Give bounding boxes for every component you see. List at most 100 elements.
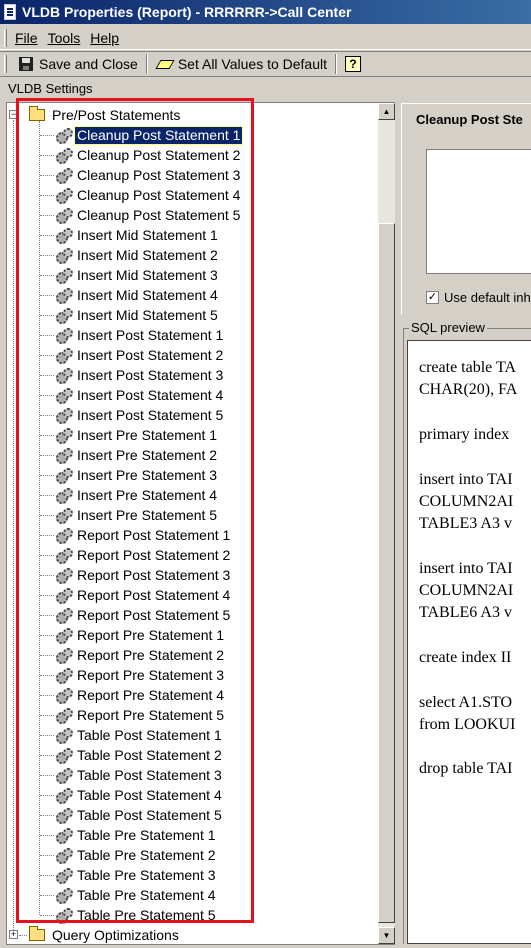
scroll-thumb[interactable] [378,223,395,923]
tree-item[interactable]: Insert Post Statement 3 [55,365,225,385]
tree-item-label: Insert Mid Statement 3 [77,266,218,283]
tree-item[interactable]: Insert Mid Statement 1 [55,225,220,245]
eraser-icon [156,58,172,70]
sql-line: TABLE6 A3 v [419,604,512,622]
gears-icon [55,668,73,684]
tree-item[interactable]: Table Post Statement 4 [55,785,224,805]
floppy-disk-icon [19,57,33,71]
help-button[interactable]: ? [341,53,365,75]
tree-item[interactable]: Table Pre Statement 3 [55,865,218,885]
tree-item[interactable]: Insert Pre Statement 3 [55,465,219,485]
tree-item[interactable]: Insert Pre Statement 5 [55,505,219,525]
use-default-checkbox[interactable]: ✓ [426,291,439,304]
tree-item-label: Table Pre Statement 3 [77,866,216,883]
tree-branch-line [40,715,54,716]
tree-branch-line [40,695,54,696]
sql-preview-label: SQL preview [409,320,487,335]
option-title: Cleanup Post Ste [416,112,523,127]
tree-branch-line [40,395,54,396]
tree-item[interactable]: Report Pre Statement 5 [55,705,226,725]
tree-item[interactable]: Table Pre Statement 2 [55,845,218,865]
sql-line: COLUMN2AI [419,582,514,599]
tree-item[interactable]: Insert Post Statement 2 [55,345,225,365]
tree-branch-line [40,135,54,136]
tree-item[interactable]: Report Pre Statement 3 [55,665,226,685]
tree-item[interactable]: Report Pre Statement 2 [55,645,226,665]
tree-item[interactable]: Insert Mid Statement 2 [55,245,220,265]
tree-item-label: Insert Mid Statement 4 [77,286,218,303]
option-value-box[interactable] [426,149,531,274]
menu-file[interactable]: File [15,30,38,46]
help-icon: ? [345,56,362,72]
tree-item-label: Report Pre Statement 3 [77,666,225,683]
tree-item[interactable]: Insert Pre Statement 2 [55,445,219,465]
gears-icon [55,168,73,184]
gears-icon [55,528,73,544]
tree-item[interactable]: Insert Mid Statement 5 [55,305,220,325]
tree-item[interactable]: Report Post Statement 5 [55,605,232,625]
expand-icon[interactable]: + [9,930,18,939]
tree-item-label: Insert Pre Statement 4 [77,486,218,503]
tree-item[interactable]: Table Pre Statement 1 [55,825,218,845]
tree-branch-line [40,235,54,236]
tree-item[interactable]: Cleanup Post Statement 2 [55,145,242,165]
settings-tree[interactable]: − Pre/Post Statements Cleanup Post Stateme… [6,102,395,945]
sql-preview-box[interactable]: create table TA CHAR(20), FA primary index… [407,340,531,944]
menu-tools[interactable]: Tools [48,30,81,46]
tree-branch-line [40,535,54,536]
tree-item[interactable]: Report Post Statement 4 [55,585,232,605]
scroll-up-arrow-icon[interactable]: ▲ [378,103,395,120]
gears-icon [55,448,73,464]
tree-item-label: Table Pre Statement 1 [77,826,216,843]
tree-branch-line [40,275,54,276]
gears-icon [55,248,73,264]
set-defaults-button[interactable]: Set All Values to Default [152,53,331,75]
gears-icon [55,368,73,384]
save-and-close-button[interactable]: Save and Close [15,53,142,75]
tree-item[interactable]: Table Post Statement 5 [55,805,224,825]
tree-item[interactable]: Cleanup Post Statement 4 [55,185,242,205]
tree-item[interactable]: Cleanup Post Statement 1 [55,125,244,145]
sql-line: CHAR(20), FA [419,381,518,399]
menu-bar: File Tools Help [0,26,531,50]
tree-item[interactable]: Report Pre Statement 1 [55,625,226,645]
tree-root-pre-post-statements[interactable]: Pre/Post Statements [29,105,182,125]
scroll-down-arrow-icon[interactable]: ▼ [378,927,395,944]
tree-item[interactable]: Table Post Statement 1 [55,725,224,745]
tree-item[interactable]: Insert Mid Statement 3 [55,265,220,285]
tree-root-query-optimizations[interactable]: Query Optimizations [29,925,181,945]
tree-item[interactable]: Cleanup Post Statement 3 [55,165,242,185]
gears-icon [55,308,73,324]
collapse-icon[interactable]: − [9,110,18,119]
use-default-label-text: Use default inh [444,290,531,305]
menu-tools-label: Tools [47,29,81,46]
tree-item-label: Table Post Statement 5 [77,806,222,823]
tree-item[interactable]: Table Pre Statement 5 [55,905,218,925]
sql-line: COLUMN2AI [419,492,514,510]
toolbar-grip [4,55,7,73]
tree-item[interactable]: Table Post Statement 2 [55,745,224,765]
tree-item[interactable]: Report Post Statement 3 [55,565,232,585]
tree-item[interactable]: Insert Pre Statement 1 [55,425,219,445]
tree-item[interactable]: Table Post Statement 3 [55,765,224,785]
tree-item[interactable]: Insert Mid Statement 4 [55,285,220,305]
gears-icon [55,208,73,224]
tree-branch-line [40,255,54,256]
tree-item[interactable]: Cleanup Post Statement 5 [55,205,242,225]
tree-branch-line [40,735,54,736]
gears-icon [55,508,73,524]
tree-item[interactable]: Table Pre Statement 4 [55,885,218,905]
tree-scrollbar[interactable]: ▲ ▼ [378,103,395,944]
tree-item[interactable]: Report Post Statement 1 [55,525,232,545]
menu-help[interactable]: Help [90,30,119,46]
tree-item[interactable]: Report Pre Statement 4 [55,685,226,705]
tree-item[interactable]: Insert Post Statement 1 [55,325,225,345]
tree-item[interactable]: Insert Post Statement 5 [55,405,225,425]
gears-icon [55,268,73,284]
tree-item-label: Table Post Statement 2 [77,746,222,763]
sql-line: insert into TAI [419,470,513,488]
tree-item[interactable]: Insert Post Statement 4 [55,385,225,405]
gears-icon [55,568,73,584]
tree-item[interactable]: Report Post Statement 2 [55,545,232,565]
tree-item[interactable]: Insert Pre Statement 4 [55,485,219,505]
